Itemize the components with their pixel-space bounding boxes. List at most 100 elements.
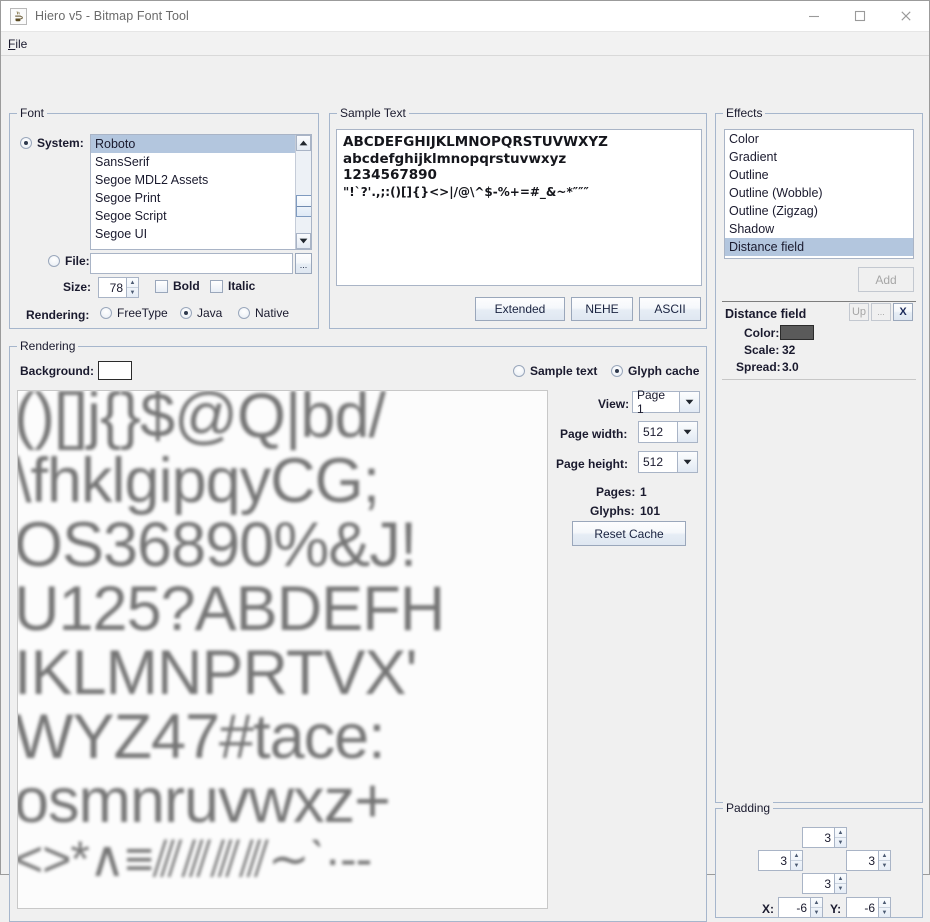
page-height-combo[interactable]: 512 [638, 451, 698, 473]
reset-cache-button[interactable]: Reset Cache [572, 521, 686, 546]
effect-move-up-button[interactable]: Up [849, 303, 869, 321]
chevron-down-icon[interactable] [680, 391, 700, 413]
list-item[interactable]: Outline (Zigzag) [725, 202, 913, 220]
effect-color-swatch[interactable] [780, 325, 814, 340]
background-color-swatch[interactable] [98, 361, 132, 380]
effect-remove-button[interactable]: X [893, 303, 913, 321]
radio-indicator-java [180, 307, 192, 319]
spinner-up-icon[interactable]: ▲ [835, 828, 846, 838]
rendering-panel: Rendering Background: Sample text Glyph … [9, 346, 707, 922]
padding-top-value[interactable]: 3 [802, 827, 834, 848]
rendering-radio-java[interactable]: Java [180, 306, 222, 320]
padding-right-value[interactable]: 3 [846, 850, 878, 871]
padding-x-value[interactable]: -6 [778, 897, 810, 918]
spinner-down-icon[interactable]: ▼ [835, 884, 846, 893]
bold-checkbox[interactable]: Bold [155, 279, 200, 293]
scroll-down-arrow-icon[interactable] [296, 233, 311, 249]
file-font-radio[interactable]: File: [48, 254, 90, 268]
padding-left-spinner[interactable]: 3 ▲ ▼ [758, 850, 803, 871]
page-height-value[interactable]: 512 [638, 451, 678, 473]
rendering-radio-native[interactable]: Native [238, 306, 289, 320]
system-font-list[interactable]: Roboto SansSerif Segoe MDL2 Assets Segoe… [90, 134, 312, 250]
scrollbar-track[interactable] [296, 151, 311, 233]
italic-checkbox[interactable]: Italic [210, 279, 255, 293]
spinner-down-icon[interactable]: ▼ [879, 861, 890, 870]
padding-y-spinner[interactable]: -6 ▲ ▼ [846, 897, 891, 918]
page-width-combo[interactable]: 512 [638, 421, 698, 443]
spinner-down-icon[interactable]: ▼ [835, 838, 846, 847]
spinner-up-icon[interactable]: ▲ [127, 278, 138, 288]
effect-color-label: Color: [744, 326, 779, 340]
effect-config-button[interactable]: ... [871, 303, 891, 321]
maximize-button[interactable] [837, 1, 883, 31]
list-item[interactable]: Outline [725, 166, 913, 184]
list-item[interactable]: Shadow [725, 220, 913, 238]
add-effect-button[interactable]: Add [858, 267, 914, 292]
sample-text-input[interactable]: ABCDEFGHIJKLMNOPQRSTUVWXYZ abcdefghijklm… [336, 129, 702, 286]
spinner-up-icon[interactable]: ▲ [879, 898, 890, 908]
list-item[interactable]: Roboto [91, 135, 295, 153]
list-item[interactable]: Segoe Print [91, 189, 295, 207]
spinner-up-icon[interactable]: ▲ [879, 851, 890, 861]
list-item[interactable]: Distance field [725, 238, 913, 256]
font-size-spinner-arrows[interactable]: ▲ ▼ [126, 277, 139, 298]
padding-x-spinner-arrows[interactable]: ▲ ▼ [810, 897, 823, 918]
effect-spread-value[interactable]: 3.0 [782, 360, 799, 374]
font-size-spinner[interactable]: 78 ▲ ▼ [98, 277, 139, 298]
padding-right-spinner[interactable]: 3 ▲ ▼ [846, 850, 891, 871]
padding-right-spinner-arrows[interactable]: ▲ ▼ [878, 850, 891, 871]
spinner-up-icon[interactable]: ▲ [811, 898, 822, 908]
glyph-cache-canvas[interactable]: ()[]j{}$@Q|bd/ \fhklgipqyCG; OS36890%&J!… [17, 390, 548, 909]
list-item[interactable]: Segoe UI [91, 225, 295, 243]
chevron-down-icon[interactable] [678, 451, 698, 473]
system-font-radio[interactable]: System: [20, 136, 84, 150]
ascii-button[interactable]: ASCII [639, 297, 701, 321]
padding-bottom-value[interactable]: 3 [802, 873, 834, 894]
spinner-up-icon[interactable]: ▲ [791, 851, 802, 861]
padding-left-spinner-arrows[interactable]: ▲ ▼ [790, 850, 803, 871]
padding-bottom-spinner[interactable]: 3 ▲ ▼ [802, 873, 847, 894]
padding-top-spinner[interactable]: 3 ▲ ▼ [802, 827, 847, 848]
spinner-down-icon[interactable]: ▼ [791, 861, 802, 870]
spinner-down-icon[interactable]: ▼ [879, 908, 890, 917]
padding-left-value[interactable]: 3 [758, 850, 790, 871]
font-list-scrollbar[interactable] [295, 135, 311, 249]
padding-top-spinner-arrows[interactable]: ▲ ▼ [834, 827, 847, 848]
padding-bottom-spinner-arrows[interactable]: ▲ ▼ [834, 873, 847, 894]
font-file-browse-button[interactable]: ... [295, 253, 312, 274]
effects-list[interactable]: Color Gradient Outline Outline (Wobble) … [724, 129, 914, 259]
list-item[interactable]: Segoe MDL2 Assets [91, 171, 295, 189]
scroll-up-arrow-icon[interactable] [296, 135, 311, 151]
chevron-down-icon[interactable] [678, 421, 698, 443]
view-mode-sample-text-label: Sample text [530, 364, 597, 378]
minimize-button[interactable] [791, 1, 837, 31]
spinner-down-icon[interactable]: ▼ [127, 288, 138, 297]
view-page-combo[interactable]: Page 1 [632, 391, 700, 413]
spinner-down-icon[interactable]: ▼ [811, 908, 822, 917]
menu-item-file[interactable]: File [1, 34, 35, 54]
list-item[interactable]: Color [725, 130, 913, 148]
glyph-cache-row: ()[]j{}$@Q|bd/ [17, 390, 547, 449]
padding-x-spinner[interactable]: -6 ▲ ▼ [778, 897, 823, 918]
font-file-input[interactable] [90, 253, 293, 274]
page-width-value[interactable]: 512 [638, 421, 678, 443]
sample-text-line: 1234567890 [343, 167, 695, 184]
scrollbar-thumb[interactable] [296, 195, 312, 217]
sample-text-line: ABCDEFGHIJKLMNOPQRSTUVWXYZ [343, 134, 695, 151]
rendering-radio-freetype[interactable]: FreeType [100, 306, 168, 320]
nehe-button[interactable]: NEHE [571, 297, 633, 321]
padding-y-value[interactable]: -6 [846, 897, 878, 918]
list-item[interactable]: Segoe Script [91, 207, 295, 225]
padding-y-spinner-arrows[interactable]: ▲ ▼ [878, 897, 891, 918]
view-page-value[interactable]: Page 1 [632, 391, 680, 413]
extended-button[interactable]: Extended [475, 297, 565, 321]
list-item[interactable]: Gradient [725, 148, 913, 166]
view-mode-radio-sample-text[interactable]: Sample text [513, 364, 597, 378]
view-mode-radio-glyph-cache[interactable]: Glyph cache [611, 364, 699, 378]
list-item[interactable]: SansSerif [91, 153, 295, 171]
list-item[interactable]: Outline (Wobble) [725, 184, 913, 202]
close-button[interactable] [883, 1, 929, 31]
font-size-value[interactable]: 78 [98, 277, 126, 298]
effect-scale-value[interactable]: 32 [782, 343, 795, 357]
spinner-up-icon[interactable]: ▲ [835, 874, 846, 884]
